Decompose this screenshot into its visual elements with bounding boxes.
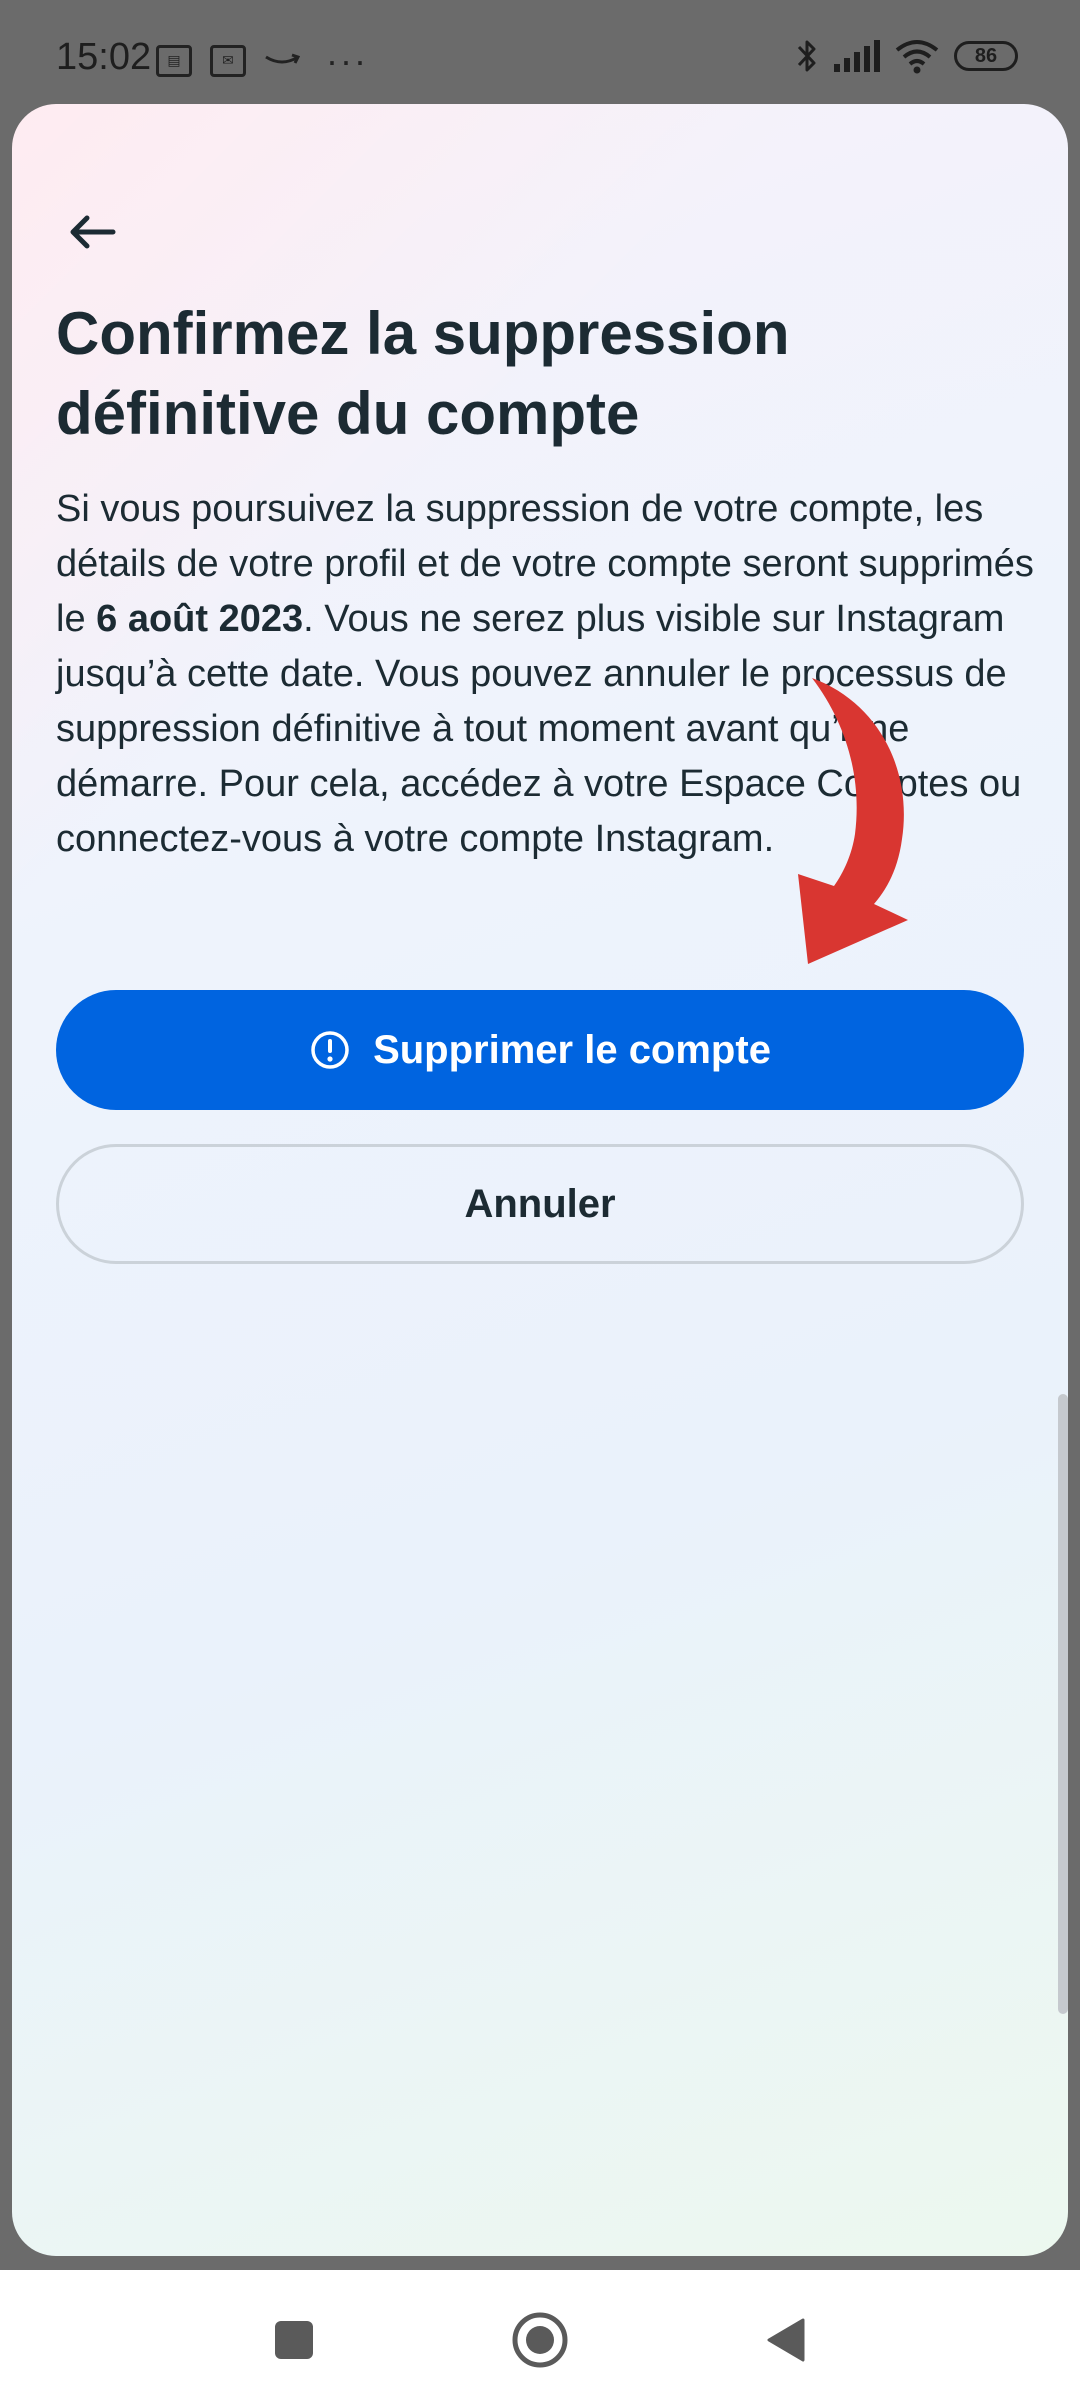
notification-icon: ▤ bbox=[156, 45, 192, 77]
bluetooth-icon bbox=[797, 40, 816, 72]
signal-icon bbox=[834, 40, 880, 72]
status-system-icons: 86 bbox=[796, 38, 1018, 74]
scrollbar[interactable] bbox=[1058, 1394, 1068, 2014]
status-notification-icons: ▤ ✉ ··· bbox=[156, 40, 368, 82]
amazon-icon bbox=[265, 53, 300, 64]
back-triangle-icon bbox=[767, 2318, 805, 2362]
recents-button[interactable] bbox=[264, 2310, 324, 2370]
back-nav-button[interactable] bbox=[756, 2310, 816, 2370]
status-time: 15:02 bbox=[56, 36, 152, 78]
recents-square-icon bbox=[275, 2321, 313, 2359]
cancel-button[interactable]: Annuler bbox=[56, 1144, 1024, 1264]
system-nav-bar bbox=[0, 2270, 1080, 2400]
annotation-arrow-icon bbox=[798, 678, 908, 964]
home-circle-icon bbox=[512, 2312, 568, 2368]
page-title: Confirmez la suppression définitive du c… bbox=[56, 300, 790, 447]
notification-icon: ✉ bbox=[210, 45, 246, 77]
battery-icon: 86 bbox=[954, 41, 1018, 71]
delete-account-button[interactable]: Supprimer le compte bbox=[56, 990, 1024, 1110]
delete-account-label: Supprimer le compte bbox=[373, 1027, 771, 1072]
more-dots-icon: ··· bbox=[326, 40, 368, 81]
status-bar: 15:02 ▤ ✉ ··· 86 bbox=[0, 0, 1080, 104]
wifi-icon bbox=[895, 40, 939, 74]
delete-account-sheet: Confirmez la suppression définitive du c… bbox=[12, 104, 1068, 2256]
home-button[interactable] bbox=[510, 2310, 570, 2370]
back-button[interactable] bbox=[52, 192, 132, 272]
back-arrow-icon bbox=[70, 215, 116, 249]
battery-level: 86 bbox=[974, 45, 998, 67]
alert-circle-icon bbox=[311, 1031, 349, 1069]
deletion-date: 6 août 2023 bbox=[96, 598, 304, 640]
cancel-label: Annuler bbox=[464, 1181, 616, 1226]
